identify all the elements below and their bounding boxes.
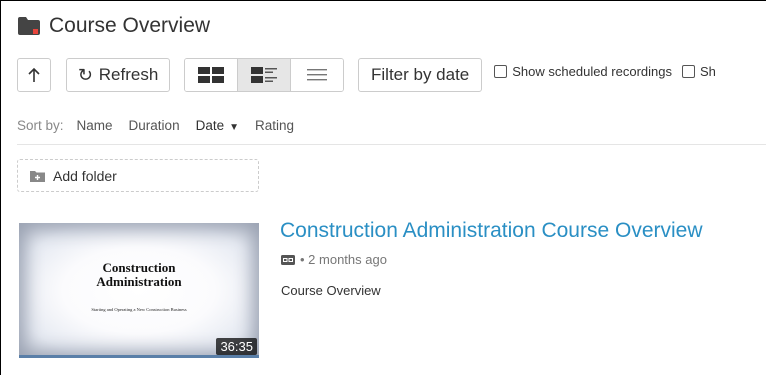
thumbnail-view-button[interactable]	[185, 59, 238, 91]
truncated-checkbox-label: Sh	[699, 63, 716, 79]
page-title: Course Overview	[49, 14, 211, 37]
show-scheduled-checkbox[interactable]: Show scheduled recordings	[494, 64, 672, 79]
detail-view-button[interactable]	[238, 59, 291, 91]
detail-view-icon	[251, 67, 277, 83]
checkbox-box[interactable]	[681, 64, 695, 78]
sort-date[interactable]: Date ▼	[196, 118, 239, 133]
thumbnail-slide-subtitle: Starting and Operating a New Constructio…	[91, 307, 187, 312]
divider	[17, 144, 766, 145]
toolbar: ↻ Refresh Filter by date Show scheduled …	[17, 58, 726, 92]
closed-captions-icon	[281, 254, 295, 265]
session-date: • 2 months ago	[300, 252, 387, 267]
thumbnail-progress-bar	[19, 355, 259, 358]
sort-rating[interactable]: Rating	[255, 118, 294, 133]
view-mode-group	[184, 58, 344, 92]
refresh-icon: ↻	[77, 64, 93, 85]
truncated-checkbox[interactable]: Sh	[681, 63, 716, 79]
checkbox-box[interactable]	[494, 64, 508, 78]
thumbnail-title-line2: Administration	[96, 274, 182, 289]
course-overview-panel: Course Overview ↻ Refresh Filter by date…	[0, 0, 766, 375]
list-view-icon	[307, 69, 327, 81]
sort-descending-icon: ▼	[229, 122, 240, 133]
filter-by-date-button[interactable]: Filter by date	[358, 58, 483, 92]
arrow-up-icon	[28, 67, 40, 82]
page-header: Course Overview	[17, 11, 210, 41]
sort-name[interactable]: Name	[77, 118, 113, 133]
refresh-button[interactable]: ↻ Refresh	[66, 58, 170, 92]
thumbnail-slide-title: Construction Administration	[19, 261, 259, 289]
up-button[interactable]	[17, 58, 51, 92]
add-folder-icon	[30, 170, 45, 182]
session-description: Course Overview	[281, 283, 381, 298]
thumbnail-title-line1: Construction	[102, 260, 176, 275]
duration-badge: 36:35	[216, 338, 257, 355]
session-meta: • 2 months ago	[281, 252, 387, 267]
add-folder-label: Add folder	[53, 167, 117, 184]
refresh-label: Refresh	[98, 65, 159, 84]
session-title-link[interactable]: Construction Administration Course Overv…	[280, 219, 703, 243]
add-folder-button[interactable]: Add folder	[17, 159, 259, 192]
session-thumbnail[interactable]: Construction Administration Starting and…	[19, 223, 259, 358]
folder-icon	[18, 17, 40, 35]
sort-duration[interactable]: Duration	[129, 118, 180, 133]
thumbnail-view-icon	[198, 67, 224, 83]
sort-date-label: Date	[195, 118, 225, 133]
list-view-button[interactable]	[291, 59, 343, 91]
sort-bar: Sort by: Name Duration Date ▼ Rating	[17, 118, 310, 133]
sort-by-label: Sort by:	[17, 118, 64, 133]
show-scheduled-label: Show scheduled recordings	[512, 63, 672, 79]
